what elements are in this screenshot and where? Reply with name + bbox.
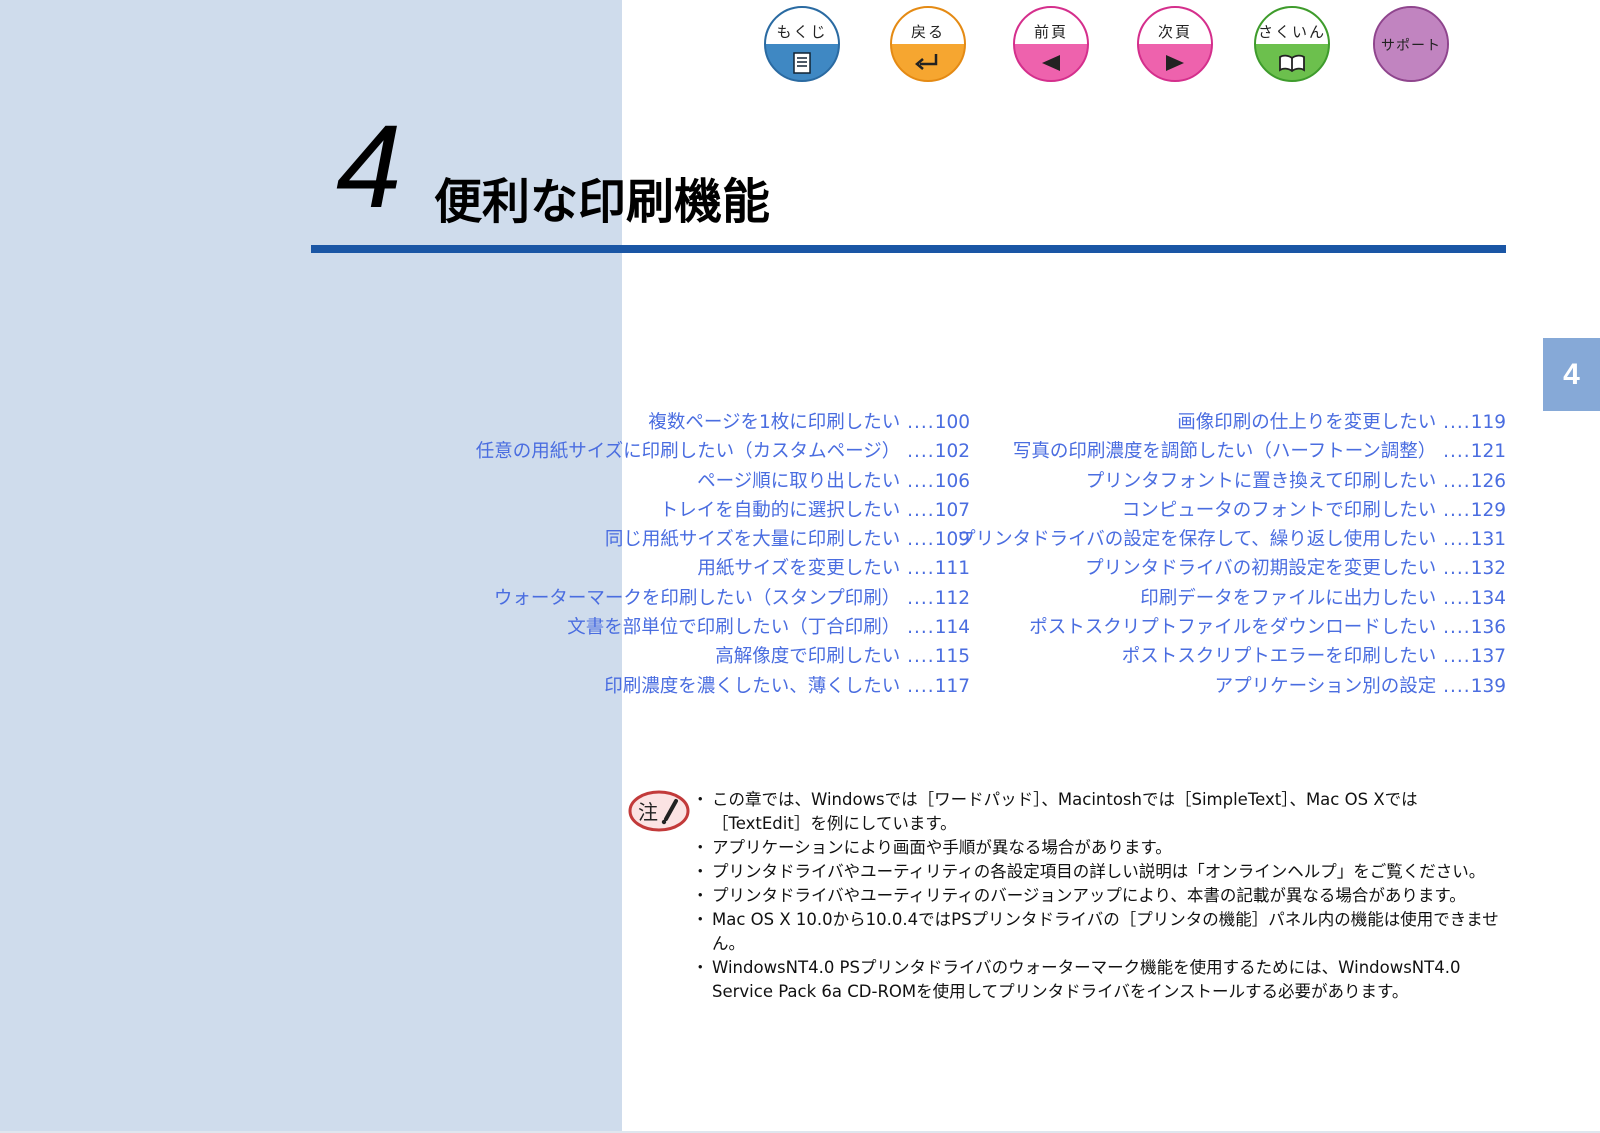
toc-left-column: 複数ページを1枚に印刷したい ....100 任意の用紙サイズに印刷したい（カス…	[476, 408, 970, 701]
open-book-icon	[1256, 48, 1328, 78]
toc-link[interactable]: トレイを自動的に選択したい ....107	[476, 496, 970, 525]
chapter-title-rule	[311, 245, 1506, 253]
previous-page-label: 前頁	[1033, 23, 1068, 41]
document-icon	[766, 48, 838, 78]
toc-link[interactable]: 文書を部単位で印刷したい（丁合印刷） ....114	[476, 613, 970, 642]
toc-link[interactable]: 用紙サイズを変更したい ....111	[476, 554, 970, 583]
contents-button[interactable]: もくじ	[764, 6, 840, 82]
toc-link[interactable]: 印刷データをファイルに出力したい ....134	[957, 584, 1506, 613]
toc-link[interactable]: プリンタドライバの設定を保存して、繰り返し使用したい ....131	[957, 525, 1506, 554]
next-page-label: 次頁	[1157, 23, 1192, 41]
back-button-label: 戻る	[910, 23, 945, 41]
note-item: この章では、Windowsでは［ワードパッド］、Macintoshでは［Simp…	[692, 788, 1506, 836]
note-item: プリンタドライバやユーティリティのバージョンアップにより、本書の記載が異なる場合…	[692, 884, 1506, 908]
note-icon: 注	[628, 790, 690, 832]
note-item: アプリケーションにより画面や手順が異なる場合があります。	[692, 836, 1506, 860]
previous-page-button[interactable]: 前頁	[1013, 6, 1089, 82]
chapter-tab[interactable]: 4	[1543, 338, 1600, 411]
chapter-title: 便利な印刷機能	[434, 174, 771, 230]
note-item: WindowsNT4.0 PSプリンタドライバのウォーターマーク機能を使用するた…	[692, 956, 1506, 1004]
note-item: Mac OS X 10.0から10.0.4ではPSプリンタドライバの［プリンタの…	[692, 908, 1506, 956]
note-item: プリンタドライバやユーティリティの各設定項目の詳しい説明は「オンラインヘルプ」を…	[692, 860, 1506, 884]
toc-link[interactable]: プリンタドライバの初期設定を変更したい ....132	[957, 554, 1506, 583]
toc-right-column: 画像印刷の仕上りを変更したい ....119 写真の印刷濃度を調節したい（ハーフ…	[957, 408, 1506, 701]
toc-link[interactable]: ページ順に取り出したい ....106	[476, 467, 970, 496]
toc-link[interactable]: 高解像度で印刷したい ....115	[476, 642, 970, 671]
toc-link[interactable]: 画像印刷の仕上りを変更したい ....119	[957, 408, 1506, 437]
toc-link[interactable]: ウォーターマークを印刷したい（スタンプ印刷） ....112	[476, 584, 970, 613]
toc-link[interactable]: ポストスクリプトエラーを印刷したい ....137	[957, 642, 1506, 671]
contents-button-label: もくじ	[776, 23, 828, 41]
toc-link[interactable]: 写真の印刷濃度を調節したい（ハーフトーン調整） ....121	[957, 437, 1506, 466]
toc-link[interactable]: プリンタフォントに置き換えて印刷したい ....126	[957, 467, 1506, 496]
index-button[interactable]: さくいん	[1254, 6, 1330, 82]
toc-link[interactable]: 複数ページを1枚に印刷したい ....100	[476, 408, 970, 437]
support-button-label: サポート	[1381, 38, 1441, 54]
next-page-button[interactable]: 次頁	[1137, 6, 1213, 82]
note-icon-label: 注	[638, 800, 658, 824]
note-list: この章では、Windowsでは［ワードパッド］、Macintoshでは［Simp…	[692, 788, 1506, 1004]
toc-link[interactable]: 同じ用紙サイズを大量に印刷したい ....109	[476, 525, 970, 554]
right-triangle-icon	[1139, 48, 1211, 78]
chapter-number: 4	[336, 101, 402, 233]
return-arrow-icon	[892, 48, 964, 78]
toc-link[interactable]: コンピュータのフォントで印刷したい ....129	[957, 496, 1506, 525]
support-button[interactable]: サポート	[1373, 6, 1449, 82]
toc-link[interactable]: アプリケーション別の設定 ....139	[957, 672, 1506, 701]
left-triangle-icon	[1015, 48, 1087, 78]
index-button-label: さくいん	[1257, 23, 1326, 41]
back-button[interactable]: 戻る	[890, 6, 966, 82]
toc-link[interactable]: 印刷濃度を濃くしたい、薄くしたい ....117	[476, 672, 970, 701]
toc-link[interactable]: ポストスクリプトファイルをダウンロードしたい ....136	[957, 613, 1506, 642]
toc-link[interactable]: 任意の用紙サイズに印刷したい（カスタムページ） ....102	[476, 437, 970, 466]
